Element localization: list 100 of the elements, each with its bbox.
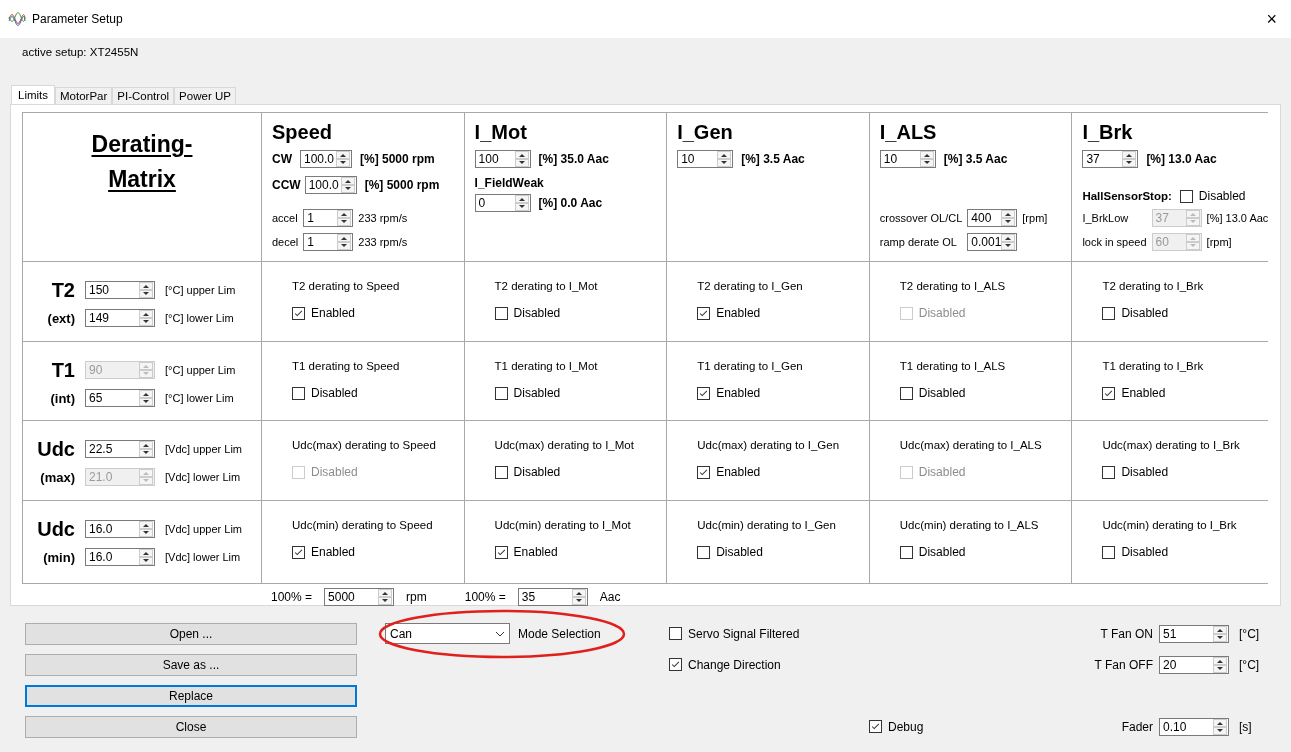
spin-arrows-icon[interactable] <box>340 177 355 193</box>
checkbox[interactable] <box>1179 189 1193 203</box>
derating-caption: Udc(min) derating to I_Mot <box>494 519 632 531</box>
derating-caption: T2 derating to I_ALS <box>899 280 1007 292</box>
mode-dropdown[interactable]: Can <box>385 623 510 644</box>
dialog-button[interactable]: Open ... <box>25 622 357 645</box>
spin-field[interactable]: 0 <box>474 194 531 212</box>
spin-field[interactable]: 35 <box>517 588 588 606</box>
row-name: T1 <box>51 358 75 382</box>
spin-arrows-icon[interactable] <box>571 589 586 605</box>
spin-field[interactable]: 5000 <box>324 588 395 606</box>
spin-arrows-icon[interactable] <box>139 390 153 406</box>
checkbox[interactable] <box>1102 306 1116 320</box>
spin-arrows-icon[interactable] <box>139 441 153 457</box>
tab[interactable]: PI-Control <box>112 87 175 104</box>
spin-arrows-icon[interactable] <box>139 282 153 298</box>
derating-caption: Udc(max) derating to I_Mot <box>494 439 635 451</box>
spin-field[interactable]: 150 <box>85 281 155 299</box>
spin-field[interactable]: 149 <box>85 309 155 327</box>
checkbox[interactable] <box>494 306 508 320</box>
spin-field[interactable]: 100 <box>474 150 531 168</box>
field-label: ramp derate OL <box>879 236 958 248</box>
spin-field[interactable]: 51 <box>1159 624 1229 643</box>
mode-label: Mode Selection <box>518 626 601 641</box>
spin-field[interactable]: 10 <box>879 150 936 168</box>
row-name: T2 <box>51 278 75 302</box>
checkbox[interactable] <box>292 386 305 400</box>
app-icon <box>8 12 26 26</box>
spin-field[interactable]: 16.0 <box>85 520 155 538</box>
spin-field[interactable]: 1 <box>303 233 354 251</box>
checkbox-label: Disabled <box>311 386 358 400</box>
spin-field[interactable]: 400 <box>967 209 1018 227</box>
spin-arrows-icon[interactable] <box>514 195 529 211</box>
spin-arrows-icon[interactable] <box>336 151 350 167</box>
checkbox[interactable] <box>494 386 508 400</box>
checkbox[interactable] <box>697 386 711 400</box>
checkbox-label: Disabled <box>918 386 966 400</box>
chevron-down-icon[interactable] <box>495 630 505 637</box>
checkbox[interactable] <box>1102 465 1116 479</box>
spin-arrows-icon[interactable] <box>1122 151 1137 167</box>
checkbox[interactable] <box>494 465 508 479</box>
checkbox[interactable] <box>899 545 913 559</box>
derating-caption: Udc(max) derating to I_Brk <box>1102 439 1241 451</box>
spin-arrows-icon[interactable] <box>717 151 732 167</box>
checkbox[interactable] <box>697 306 711 320</box>
spin-arrows-icon[interactable] <box>1001 234 1016 250</box>
spin-field[interactable]: 22.5 <box>85 440 155 458</box>
checkbox[interactable] <box>292 306 305 320</box>
checkbox-label: Disabled <box>513 386 561 400</box>
derating-caption: Udc(min) derating to I_Brk <box>1102 519 1238 531</box>
dialog-button[interactable]: Replace <box>25 684 357 707</box>
spin-arrows-icon[interactable] <box>139 521 153 537</box>
checkbox[interactable] <box>697 465 711 479</box>
checkbox[interactable] <box>1102 545 1116 559</box>
spin-field[interactable]: 0.10 <box>1159 717 1229 736</box>
checkbox[interactable] <box>669 658 682 672</box>
checkbox-label: Enabled <box>311 306 356 320</box>
unit-label: [°C] <box>1239 626 1261 641</box>
checkbox[interactable] <box>669 627 682 641</box>
spin-arrows-icon[interactable] <box>919 151 934 167</box>
dialog-button[interactable]: Save as ... <box>25 653 357 676</box>
spin-field[interactable]: 10 <box>677 150 734 168</box>
matrix-title: Matrix <box>108 166 176 193</box>
checkbox[interactable] <box>869 720 882 734</box>
spin-field[interactable]: 16.0 <box>85 548 155 566</box>
tab[interactable]: Limits <box>11 85 56 104</box>
checkbox[interactable] <box>292 545 305 559</box>
spin-arrows-icon[interactable] <box>139 310 153 326</box>
checkbox[interactable] <box>494 545 508 559</box>
window-title: Parameter Setup <box>32 12 124 26</box>
spin-arrows-icon[interactable] <box>139 549 153 565</box>
spin-arrows-icon[interactable] <box>337 234 352 250</box>
spin-field[interactable]: 100.0 <box>300 150 352 168</box>
unit-label: [s] <box>1239 719 1253 734</box>
tab[interactable]: Power UP <box>174 87 236 104</box>
spin-arrows-icon[interactable] <box>514 151 529 167</box>
spin-arrows-icon[interactable] <box>1001 210 1016 226</box>
derating-caption: Udc(min) derating to I_ALS <box>899 519 1040 531</box>
spin-arrows-icon[interactable] <box>1213 718 1227 735</box>
spin-arrows-icon[interactable] <box>378 589 393 605</box>
tab[interactable]: MotorPar <box>55 87 113 104</box>
dialog-button[interactable]: Close <box>25 715 357 738</box>
unit-label: [%] 35.0 Aac <box>538 152 609 166</box>
spin-field[interactable]: 1 <box>303 209 354 227</box>
spin-field[interactable]: 100.0 <box>304 176 357 194</box>
checkbox[interactable] <box>899 386 913 400</box>
spin-field[interactable]: 37 <box>1082 150 1139 168</box>
spin-arrows-icon[interactable] <box>337 210 352 226</box>
checkbox[interactable] <box>1102 386 1116 400</box>
column-heading: Speed <box>272 121 334 144</box>
scale-label: 100% = <box>464 590 506 604</box>
spin-arrows-icon[interactable] <box>1213 656 1227 673</box>
derating-caption: T2 derating to I_Mot <box>494 280 599 292</box>
limit-label: [°C] lower Lim <box>165 312 235 324</box>
close-button[interactable]: × <box>1260 8 1283 30</box>
spin-field[interactable]: 20 <box>1159 655 1229 674</box>
spin-arrows-icon[interactable] <box>1213 625 1227 642</box>
spin-field[interactable]: 65 <box>85 389 155 407</box>
checkbox[interactable] <box>697 545 711 559</box>
spin-field[interactable]: 0.001 <box>967 233 1018 251</box>
